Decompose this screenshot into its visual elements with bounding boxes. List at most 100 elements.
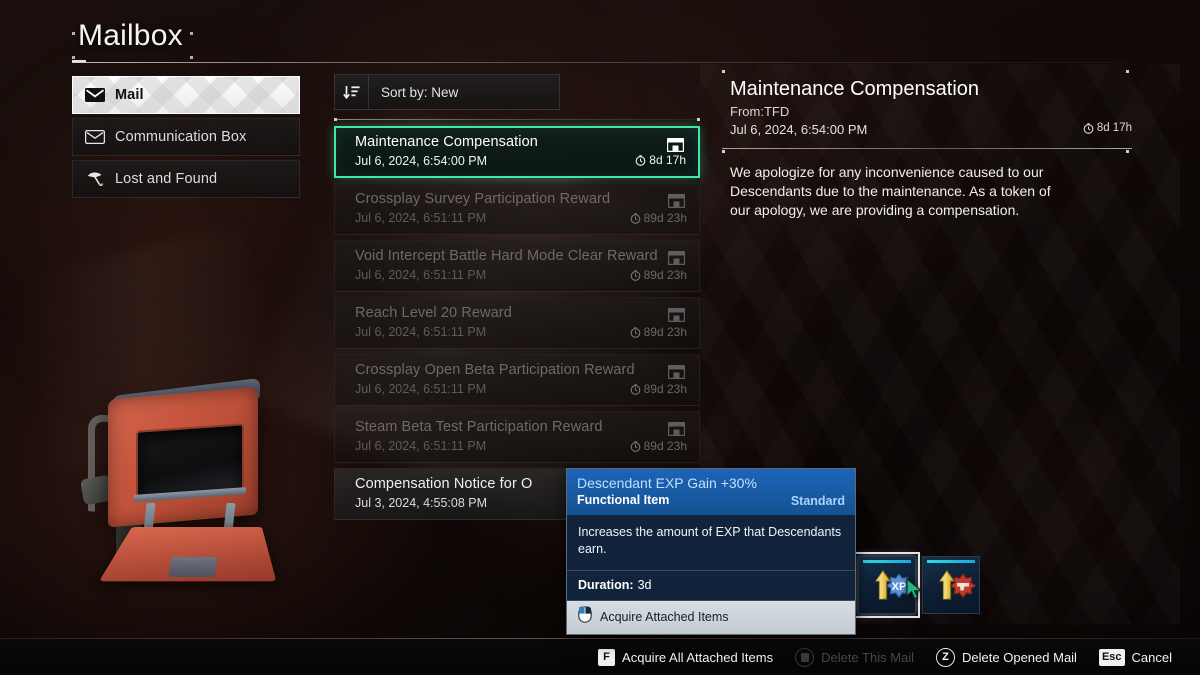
action-bar: F Acquire All Attached Items Delete This… xyxy=(0,639,1200,675)
page-title-block: Mailbox xyxy=(72,12,193,60)
umbrella-icon xyxy=(85,171,105,187)
tooltip-header: Descendant EXP Gain +30% Functional Item… xyxy=(567,469,855,515)
corner-marker xyxy=(722,150,725,153)
tooltip-duration-value: 3d xyxy=(637,578,652,592)
mail-title: Steam Beta Test Participation Reward xyxy=(355,419,603,435)
mail-list-item[interactable]: Crossplay Survey Participation Reward Ju… xyxy=(334,183,700,235)
action-cancel[interactable]: Esc Cancel xyxy=(1098,648,1172,666)
mail-list-item[interactable]: Void Intercept Battle Hard Mode Clear Re… xyxy=(334,240,700,292)
sort-label: Sort by: New xyxy=(381,84,459,100)
mail-title: Maintenance Compensation xyxy=(355,134,538,150)
sort-descending-icon[interactable] xyxy=(335,75,369,109)
sidebar-item-label: Lost and Found xyxy=(115,171,218,187)
mail-expiry-text: 89d 23h xyxy=(643,439,687,453)
corner-marker xyxy=(190,32,193,35)
tooltip-item-name: Descendant EXP Gain +30% xyxy=(577,475,757,491)
mail-detail-panel: Maintenance Compensation From:TFD Jul 6,… xyxy=(722,66,1132,220)
corner-marker xyxy=(1126,150,1129,153)
clock-icon xyxy=(1083,122,1094,134)
mail-expiry-text: 8d 17h xyxy=(649,153,686,167)
svg-text:XP: XP xyxy=(892,581,907,593)
mail-detail-expiry: 8d 17h xyxy=(1083,122,1132,134)
mailbox-screen: Mailbox Mail Communication Box Lost and … xyxy=(0,0,1200,675)
mail-list-item[interactable]: Crossplay Open Beta Participation Reward… xyxy=(334,354,700,406)
tooltip-duration-label: Duration: xyxy=(578,578,634,592)
weapon-boost-item-icon xyxy=(923,557,979,613)
mail-expiry: 89d 23h xyxy=(630,268,687,282)
action-delete-this-mail: Delete This Mail xyxy=(795,647,915,667)
clock-icon xyxy=(635,154,646,166)
sidebar-item-communication-box[interactable]: Communication Box xyxy=(72,118,300,156)
corner-marker xyxy=(1126,70,1129,73)
mail-expiry-text: 89d 23h xyxy=(643,211,687,225)
key-delete-icon xyxy=(795,647,815,667)
mail-list-item[interactable]: Reach Level 20 Reward Jul 6, 2024, 6:51:… xyxy=(334,297,700,349)
mail-detail-date-row: Jul 6, 2024, 6:54:00 PM 8d 17h xyxy=(722,121,1132,139)
clock-icon xyxy=(630,326,640,338)
mailbox-machine-model xyxy=(60,377,350,635)
mail-detail-title: Maintenance Compensation xyxy=(730,78,980,100)
mail-detail-date: Jul 6, 2024, 6:54:00 PM xyxy=(730,122,868,137)
mail-expiry-text: 89d 23h xyxy=(643,268,687,282)
mail-list-panel: Sort by: New Maintenance Compensation Ju… xyxy=(334,74,700,525)
mail-expiry: 89d 23h xyxy=(630,325,687,339)
mail-detail-sender: From:TFD xyxy=(730,104,790,119)
envelope-icon xyxy=(85,87,105,103)
item-tooltip: Descendant EXP Gain +30% Functional Item… xyxy=(566,468,856,635)
action-label: Delete Opened Mail xyxy=(962,649,1077,665)
background-glow xyxy=(880,330,1200,670)
key-esc-icon: Esc xyxy=(1098,648,1125,666)
action-acquire-all-attached-items[interactable]: F Acquire All Attached Items xyxy=(598,648,774,666)
envelope-icon xyxy=(85,129,105,145)
corner-marker xyxy=(72,56,75,59)
attached-item-slot-exp-boost[interactable]: XP xyxy=(854,552,920,618)
background-light-streak xyxy=(9,223,291,477)
sidebar-item-label: Mail xyxy=(115,87,144,103)
mail-detail-body: We apologize for any inconvenience cause… xyxy=(730,164,1051,218)
key-z-icon: Z xyxy=(936,647,956,667)
clock-icon xyxy=(630,269,640,281)
key-f-icon: F xyxy=(598,648,616,666)
action-delete-opened-mail[interactable]: Z Delete Opened Mail xyxy=(936,647,1077,667)
sidebar-item-lost-and-found[interactable]: Lost and Found xyxy=(72,160,300,198)
mail-title: Void Intercept Battle Hard Mode Clear Re… xyxy=(355,248,658,264)
sort-bar[interactable]: Sort by: New xyxy=(334,74,560,110)
mail-title: Crossplay Open Beta Participation Reward xyxy=(355,362,635,378)
sidebar: Mail Communication Box Lost and Found xyxy=(72,76,300,202)
attached-item-slot-weapon[interactable] xyxy=(922,556,980,614)
mail-title: Reach Level 20 Reward xyxy=(355,305,512,321)
tooltip-description: Increases the amount of EXP that Descend… xyxy=(567,515,855,571)
clock-icon xyxy=(630,212,640,224)
corner-marker xyxy=(722,70,725,73)
mouse-left-click-icon xyxy=(578,606,592,628)
exp-boost-item-icon: XP xyxy=(859,557,915,613)
sidebar-item-label: Communication Box xyxy=(115,129,247,145)
mail-detail-divider xyxy=(722,148,1132,149)
sidebar-item-mail[interactable]: Mail xyxy=(72,76,300,114)
mail-list-item-selected[interactable]: Maintenance Compensation Jul 6, 2024, 6:… xyxy=(334,126,700,178)
tooltip-item-grade: Standard xyxy=(790,494,845,508)
action-label: Acquire All Attached Items xyxy=(622,649,774,665)
action-label: Delete This Mail xyxy=(821,649,915,665)
mail-list: Maintenance Compensation Jul 6, 2024, 6:… xyxy=(334,126,700,520)
mail-expiry: 89d 23h xyxy=(630,439,687,453)
page-title: Mailbox xyxy=(78,19,183,52)
mail-list-item[interactable]: Steam Beta Test Participation Reward Jul… xyxy=(334,411,700,463)
tooltip-duration: Duration: 3d xyxy=(567,571,855,601)
clock-icon xyxy=(630,383,640,395)
tooltip-action-label: Acquire Attached Items xyxy=(600,610,729,624)
mail-expiry: 89d 23h xyxy=(630,382,687,396)
title-divider xyxy=(72,62,1130,63)
corner-marker xyxy=(72,32,75,35)
attached-items-slots: XP xyxy=(854,552,980,618)
mail-title: Crossplay Survey Participation Reward xyxy=(355,191,611,207)
mail-expiry-text: 89d 23h xyxy=(643,325,687,339)
action-label: Cancel xyxy=(1131,649,1172,665)
mail-expiry-text: 89d 23h xyxy=(643,382,687,396)
mail-expiry: 89d 23h xyxy=(630,211,687,225)
mail-detail-expiry-text: 8d 17h xyxy=(1096,122,1132,134)
tooltip-acquire-action[interactable]: Acquire Attached Items xyxy=(567,601,855,634)
mail-expiry: 8d 17h xyxy=(635,153,686,167)
mail-list-divider xyxy=(334,118,700,121)
clock-icon xyxy=(630,440,640,452)
